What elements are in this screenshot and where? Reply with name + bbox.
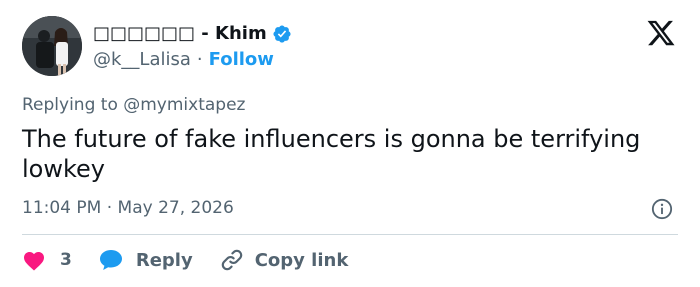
- follow-button[interactable]: Follow: [209, 48, 274, 72]
- author-handle-row: @k__Lalisa · Follow: [93, 48, 274, 72]
- like-button[interactable]: 3: [22, 249, 72, 271]
- link-icon: [219, 247, 245, 273]
- avatar[interactable]: [22, 16, 82, 76]
- copy-link-label: Copy link: [254, 249, 349, 271]
- reply-label: Reply: [135, 249, 193, 271]
- heart-icon: [22, 249, 46, 271]
- timestamp[interactable]: 11:04 PM · May 27, 2026: [22, 197, 234, 219]
- speech-bubble-icon: [98, 248, 124, 272]
- tweet-card: □□□□□□ - Khim @k__Lalisa · Follow Replyi…: [0, 0, 700, 287]
- action-bar: 3 Reply Copy link: [22, 247, 348, 273]
- divider: [22, 234, 678, 235]
- author-handle[interactable]: @k__Lalisa: [93, 48, 191, 72]
- author-name-row: □□□□□□ - Khim: [93, 22, 292, 46]
- like-count: 3: [60, 250, 72, 270]
- reply-context: Replying to @mymixtapez: [22, 95, 246, 115]
- reply-button[interactable]: Reply: [98, 248, 193, 272]
- x-logo-icon[interactable]: [646, 18, 676, 48]
- separator-dot: ·: [196, 49, 203, 70]
- copy-link-button[interactable]: Copy link: [219, 247, 349, 273]
- verified-badge-icon: [272, 24, 292, 44]
- tweet-text: The future of fake influencers is gonna …: [22, 125, 641, 183]
- avatar-photo: [22, 16, 82, 76]
- info-icon[interactable]: [651, 198, 673, 220]
- author-display-name[interactable]: □□□□□□ - Khim: [93, 22, 267, 46]
